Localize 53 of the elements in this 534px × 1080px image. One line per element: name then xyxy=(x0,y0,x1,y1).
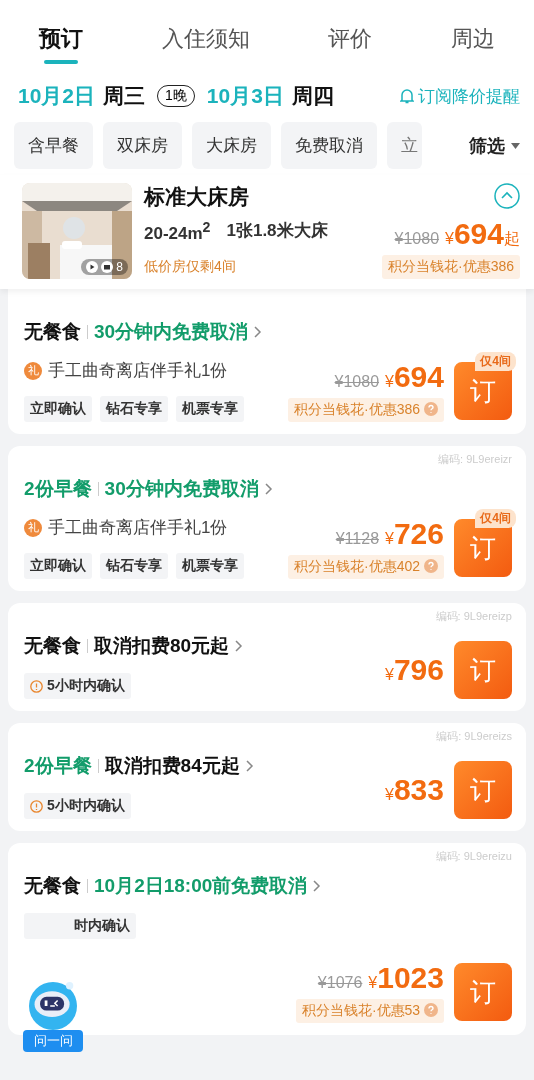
price: ¥694起 xyxy=(445,217,520,251)
price: ¥1023 xyxy=(368,961,444,995)
filter-chip[interactable]: 免费取消 xyxy=(281,122,377,169)
original-price: ¥1076 xyxy=(317,974,363,992)
tab[interactable]: 入住须知 xyxy=(157,10,254,78)
cancel-policy-link[interactable]: 取消扣费84元起 xyxy=(104,753,240,779)
ask-button[interactable]: 问一问 xyxy=(23,1030,83,1052)
book-button[interactable]: 订 xyxy=(454,641,512,699)
photo-count: 8 xyxy=(116,260,123,274)
room-name: 标准大床房 xyxy=(144,184,250,210)
cancel-policy-link[interactable]: 10月2日18:00前免费取消 xyxy=(94,873,308,899)
checkin-date[interactable]: 10月2日 xyxy=(18,82,96,110)
original-price: ¥1080 xyxy=(334,373,380,391)
cancel-policy-link[interactable]: 30分钟内免费取消 xyxy=(94,319,249,345)
tab[interactable]: 周边 xyxy=(446,10,499,78)
price: ¥796 xyxy=(385,653,444,687)
room-area: 20-24m$^{2}$ xyxy=(144,219,211,244)
discount-label: 积分当钱花·优惠53 xyxy=(295,999,444,1023)
filter-chip[interactable]: 大床房 xyxy=(192,122,271,169)
book-button[interactable]: 订 xyxy=(454,963,512,1021)
price: ¥726 xyxy=(385,517,444,551)
weekday: 周四 xyxy=(291,83,334,109)
checkout-date[interactable]: 10月3日 xyxy=(206,82,284,110)
gift-badge: 礼 xyxy=(24,361,42,380)
original-price: ¥1080 xyxy=(394,230,440,248)
meal-label: 2份早餐 xyxy=(24,754,92,778)
filter-chip[interactable]: 立 xyxy=(387,122,422,169)
gift-badge: 礼 xyxy=(24,518,42,537)
book-button[interactable]: 订 xyxy=(454,761,512,819)
meal-label: 2份早餐 xyxy=(24,477,92,501)
cancel-policy-link[interactable]: 30分钟内免费取消 xyxy=(104,476,259,502)
stock-badge: 仅4间 xyxy=(475,509,516,528)
tab[interactable]: 预订 xyxy=(35,10,88,78)
filter-chip[interactable]: 含早餐 xyxy=(14,122,93,169)
price-alert-link[interactable]: 订阅降价提醒 xyxy=(418,84,520,108)
discount-label: 积分当钱花·优惠402 xyxy=(288,555,444,579)
cancel-policy-link[interactable]: 取消扣费80元起 xyxy=(94,633,230,659)
meal-label: 无餐食 xyxy=(24,320,81,344)
discount-label: 积分当钱花·优惠386 xyxy=(381,255,520,279)
meal-label: 无餐食 xyxy=(24,634,81,658)
original-price: ¥1128 xyxy=(335,530,380,548)
tab[interactable]: 评价 xyxy=(324,10,377,78)
gift-text: 手工曲奇离店伴手礼1份 xyxy=(48,517,228,539)
discount-label: 积分当钱花·优惠386 xyxy=(288,398,444,422)
gift-text: 手工曲奇离店伴手礼1份 xyxy=(48,360,228,382)
meal-label: 无餐食 xyxy=(24,874,81,898)
stock-badge: 仅4间 xyxy=(475,352,516,371)
bed-type: 1张1.8米大床 xyxy=(226,220,328,242)
filter-chip[interactable]: 双床房 xyxy=(103,122,182,169)
price: ¥833 xyxy=(385,773,444,807)
stock-note: 低价房仅剩4间 xyxy=(144,257,237,276)
weekday: 周三 xyxy=(103,83,146,109)
price: ¥694 xyxy=(385,360,444,394)
